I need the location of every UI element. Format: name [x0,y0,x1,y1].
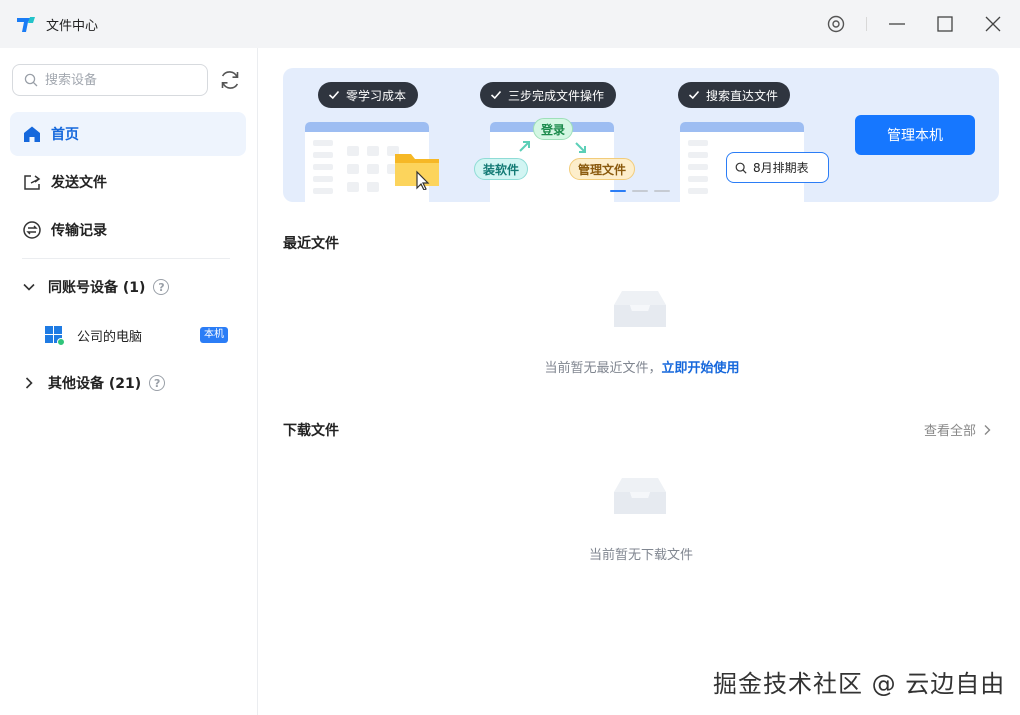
device-search[interactable] [12,64,208,96]
search-icon [735,162,747,174]
settings-icon [827,15,845,33]
search-input[interactable] [45,70,200,90]
transfer-icon [22,220,42,240]
title-bar: 文件中心 [0,0,1020,48]
check-icon [688,90,700,100]
arrow-down-right-icon [575,142,586,153]
help-icon[interactable]: ? [153,279,170,295]
nav-send-files[interactable]: 发送文件 [10,160,246,204]
install-tag: 装软件 [474,158,528,180]
group-other-devices[interactable]: 其他设备 (21) ? [22,371,166,395]
maximize-icon [937,16,953,32]
login-tag: 登录 [533,118,573,140]
nav-transfer-history[interactable]: 传输记录 [10,208,246,252]
carousel-dot[interactable] [610,190,626,192]
nav-transfer-history-label: 传输记录 [51,223,107,239]
group-same-account-label: 同账号设备 (1) [48,280,146,296]
empty-inbox-icon [614,291,666,327]
folder-icon [395,154,439,190]
sidebar-divider [22,258,230,259]
step-pill: 搜索直达文件 [678,82,791,108]
home-icon [22,124,42,144]
close-button[interactable] [981,12,1005,36]
sidebar: 首页 发送文件 传输记录 同账号设备 (1) ? [0,48,258,715]
step-pill: 零学习成本 [318,82,419,108]
recent-files-title: 最近文件 [283,236,339,252]
minimize-icon [889,23,905,25]
maximize-button[interactable] [933,12,957,36]
carousel-dot[interactable] [654,190,670,192]
titlebar-divider [866,17,867,31]
carousel-indicator[interactable] [610,190,670,192]
nav-home-label: 首页 [51,127,79,143]
view-all-link[interactable]: 查看全部 [924,420,992,439]
device-name: 公司的电脑 [77,329,143,345]
chevron-right-icon [25,377,33,389]
arrow-up-right-icon [519,141,530,152]
chevron-down-icon [23,283,35,291]
app-logo-icon [17,17,35,32]
start-using-link[interactable]: 立即开始使用 [662,361,740,376]
empty-inbox-icon [614,478,666,514]
step-label: 搜索直达文件 [706,88,779,103]
step-label: 零学习成本 [346,88,407,103]
example-search-box: 8月排期表 [726,152,829,183]
search-icon [24,73,38,87]
example-search-text: 8月排期表 [753,161,809,175]
downloads-title: 下载文件 [283,423,339,439]
settings-button[interactable] [824,12,848,36]
close-icon [985,16,1001,32]
nav-home[interactable]: 首页 [10,112,246,156]
watermark: 掘金技术社区 @ 云边自由 [713,670,1006,698]
chevron-right-icon [984,424,991,435]
nav-send-files-label: 发送文件 [51,175,107,191]
device-item[interactable]: 公司的电脑 本机 [44,324,234,346]
recent-empty-message: 当前暂无最近文件，立即开始使用 [500,357,784,376]
view-all-label: 查看全部 [924,424,977,439]
check-icon [328,90,340,100]
check-icon [490,90,502,100]
step-label: 三步完成文件操作 [508,88,605,103]
downloads-empty-message: 当前暂无下载文件 [588,548,693,563]
group-other-devices-label: 其他设备 (21) [48,376,142,392]
current-device-badge: 本机 [200,327,228,343]
step-pill: 三步完成文件操作 [480,82,617,108]
refresh-icon[interactable] [218,68,242,92]
recent-empty-text: 当前暂无最近文件， [544,361,662,376]
manage-files-tag: 管理文件 [569,158,635,180]
group-same-account[interactable]: 同账号设备 (1) ? [22,275,170,299]
minimize-button[interactable] [885,12,909,36]
windows-device-icon [45,326,64,345]
feature-banner[interactable]: 零学习成本 三步完成文件操作 搜索直达文件 登录 装软件 管理文件 8月排期表 … [283,68,999,202]
window-title: 文件中心 [46,19,99,34]
help-icon[interactable]: ? [149,375,166,391]
send-file-icon [22,172,42,192]
manage-device-button[interactable]: 管理本机 [855,115,975,155]
carousel-dot[interactable] [632,190,648,192]
